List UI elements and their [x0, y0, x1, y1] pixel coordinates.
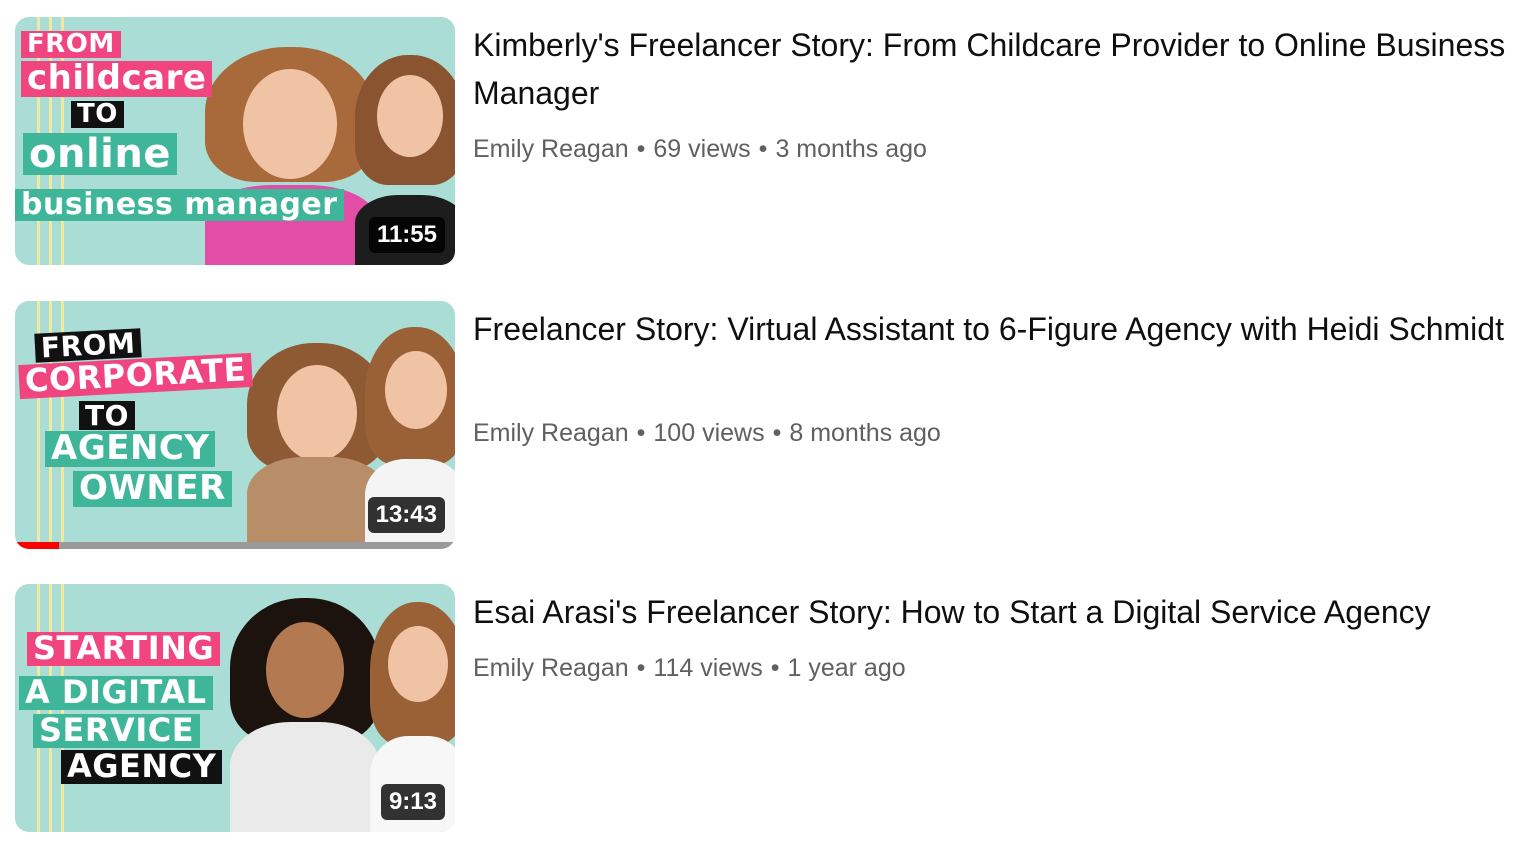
duration-badge: 9:13 [380, 784, 445, 820]
channel-name[interactable]: Emily Reagan [473, 654, 629, 682]
thumbnail-text: online [23, 133, 177, 175]
thumbnail-text: AGENCY [61, 749, 223, 784]
channel-name[interactable]: Emily Reagan [473, 419, 629, 447]
separator-dot: • [772, 419, 782, 447]
thumbnail-text: CORPORATE [18, 350, 253, 400]
video-metadata: Emily Reagan • 69 views • 3 months ago [473, 135, 927, 164]
thumbnail-text: FROM [21, 30, 121, 59]
thumbnail-text: TO [71, 100, 124, 129]
watch-progress-fill [15, 542, 59, 549]
separator-dot: • [636, 135, 646, 163]
thumbnail-text: A DIGITAL [19, 675, 213, 710]
video-thumbnail[interactable]: FROM childcare TO online business manage… [15, 17, 455, 265]
duration-badge: 11:55 [368, 217, 445, 253]
view-count: 100 views [653, 419, 765, 447]
thumbnail-text: business manager [15, 189, 344, 221]
view-count: 69 views [653, 135, 751, 163]
watch-progress-bar [15, 542, 455, 549]
video-thumbnail[interactable]: FROM CORPORATE TO AGENCY OWNER 13:43 [15, 301, 455, 549]
video-item-2[interactable]: FROM CORPORATE TO AGENCY OWNER 13:43 Fre… [0, 301, 1536, 551]
video-title[interactable]: Esai Arasi's Freelancer Story: How to St… [473, 588, 1528, 636]
channel-name[interactable]: Emily Reagan [473, 135, 629, 163]
thumbnail-text: STARTING [27, 631, 221, 666]
upload-age: 1 year ago [787, 654, 906, 682]
video-thumbnail[interactable]: STARTING A DIGITAL SERVICE AGENCY 9:13 [15, 584, 455, 832]
separator-dot: • [770, 654, 780, 682]
thumbnail-text: TO [79, 401, 135, 430]
separator-dot: • [636, 654, 646, 682]
video-metadata: Emily Reagan • 114 views • 1 year ago [473, 654, 906, 683]
thumbnail-text: childcare [21, 60, 213, 97]
video-title[interactable]: Kimberly's Freelancer Story: From Childc… [473, 21, 1528, 117]
view-count: 114 views [653, 654, 763, 682]
thumbnail-person-guest [205, 47, 375, 265]
thumbnail-text: AGENCY [45, 430, 216, 467]
upload-age: 3 months ago [775, 135, 927, 163]
thumbnail-text: SERVICE [33, 713, 201, 748]
duration-badge: 13:43 [367, 497, 445, 533]
separator-dot: • [636, 419, 646, 447]
video-item-1[interactable]: FROM childcare TO online business manage… [0, 17, 1536, 267]
video-metadata: Emily Reagan • 100 views • 8 months ago [473, 419, 941, 448]
thumbnail-person-guest [230, 598, 380, 832]
separator-dot: • [758, 135, 768, 163]
video-title[interactable]: Freelancer Story: Virtual Assistant to 6… [473, 305, 1528, 353]
video-item-3[interactable]: STARTING A DIGITAL SERVICE AGENCY 9:13 E… [0, 584, 1536, 834]
thumbnail-text: OWNER [73, 470, 232, 507]
upload-age: 8 months ago [789, 419, 941, 447]
